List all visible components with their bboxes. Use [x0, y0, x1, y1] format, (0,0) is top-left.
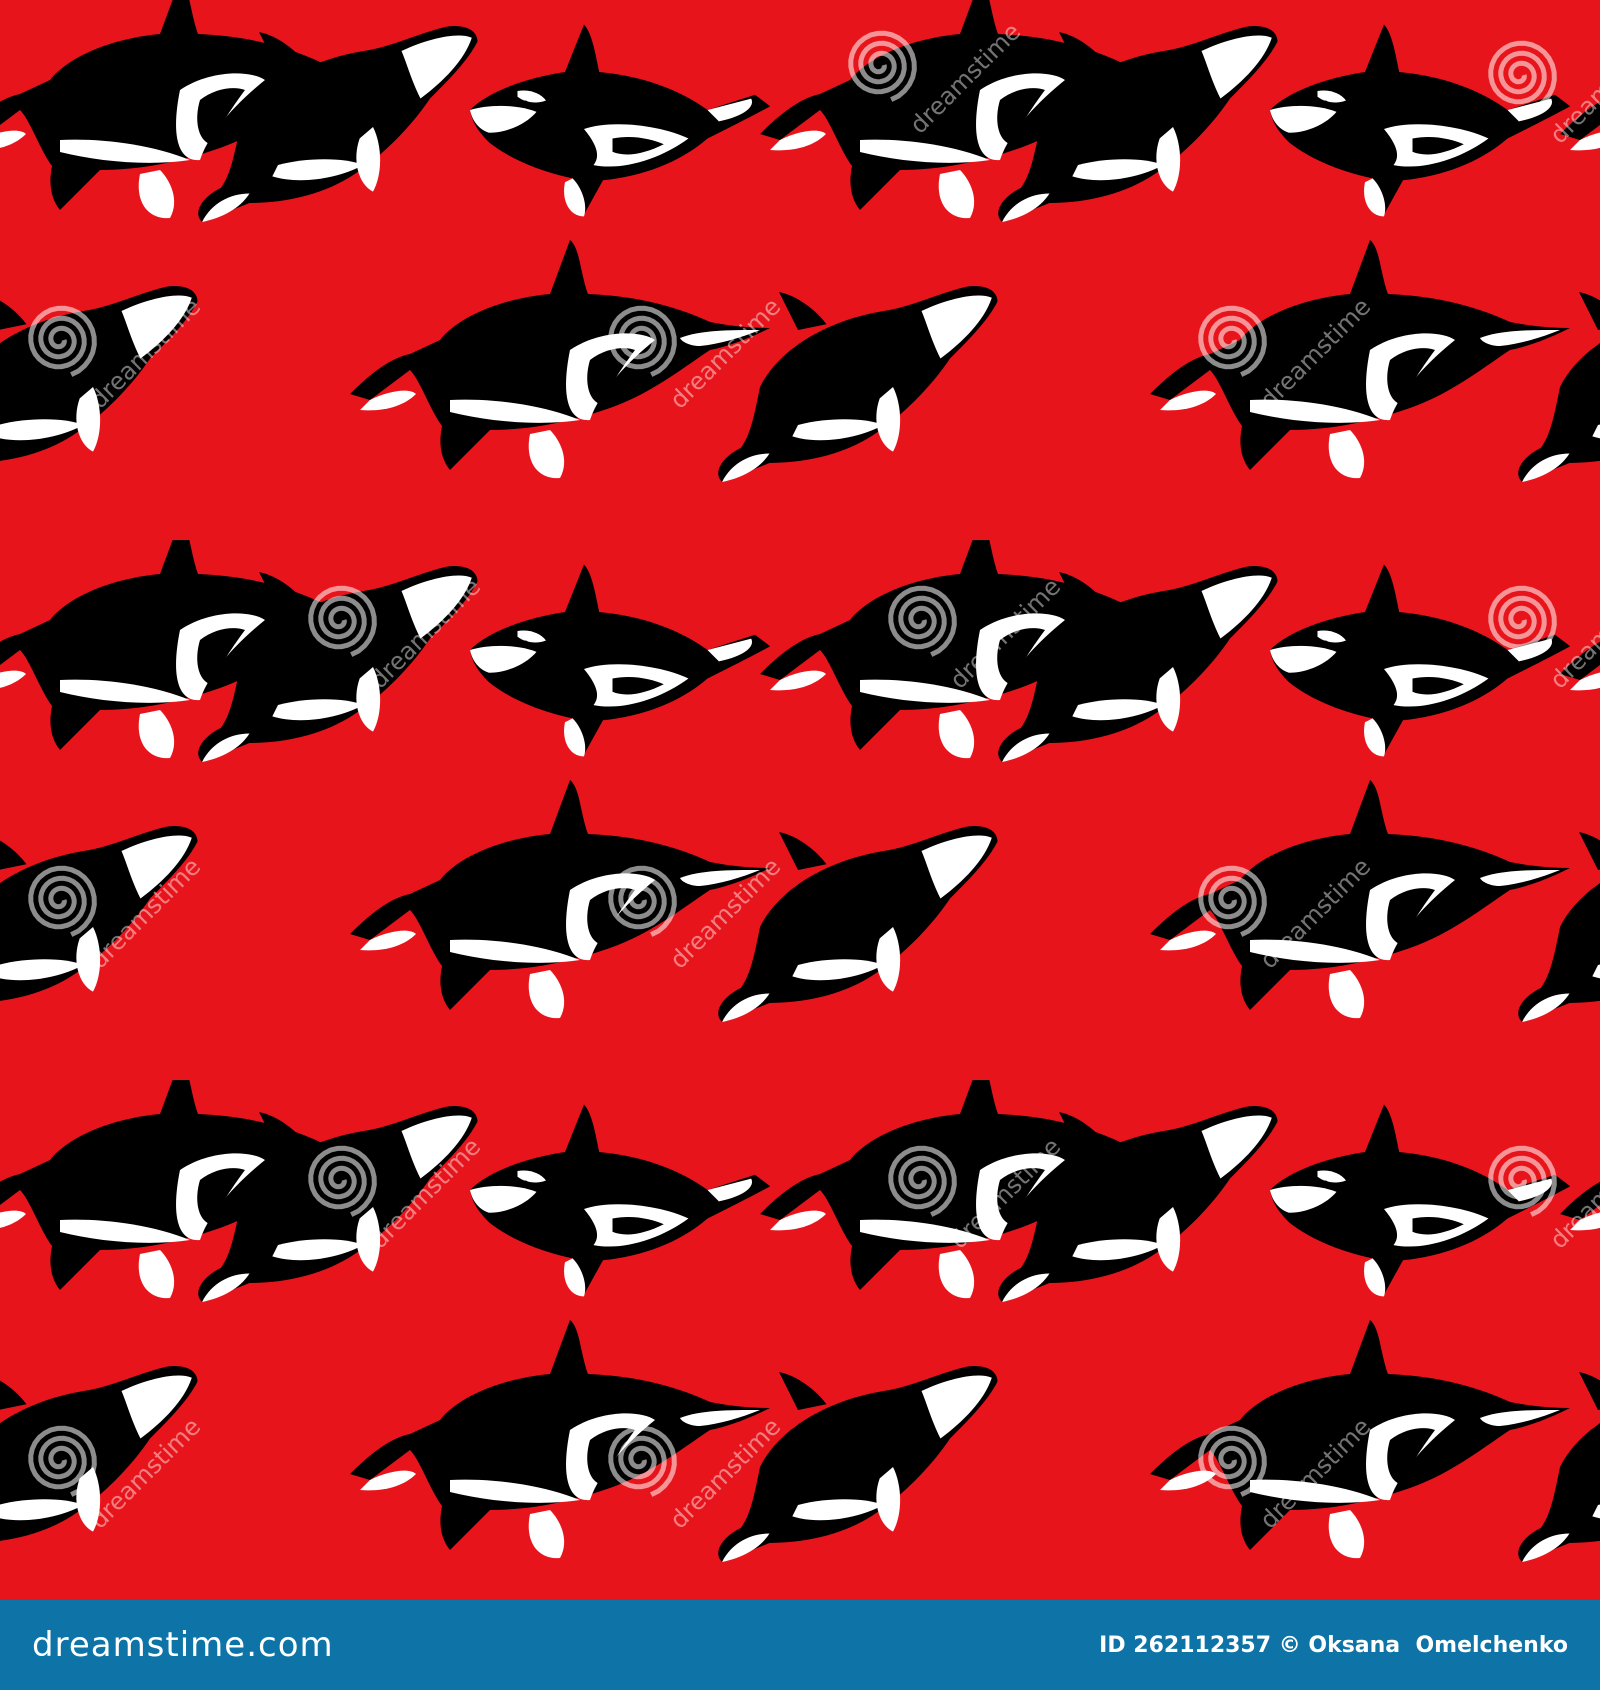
pattern-background — [0, 0, 1600, 1600]
footer-brand[interactable]: dreamstime.com — [32, 1625, 334, 1665]
footer-credit: ID 262112357 © Oksana Omelchenko — [1099, 1632, 1568, 1658]
orca-pattern-svg: dreamstimedreamstime dreamstime dreamstime… — [0, 0, 1600, 1600]
orca-pattern: dreamstime dreamstime dreamstime dreamstime… — [0, 0, 1600, 1600]
footer-bar: dreamstime.com ID 262112357 © Oksana Ome… — [0, 1600, 1600, 1690]
